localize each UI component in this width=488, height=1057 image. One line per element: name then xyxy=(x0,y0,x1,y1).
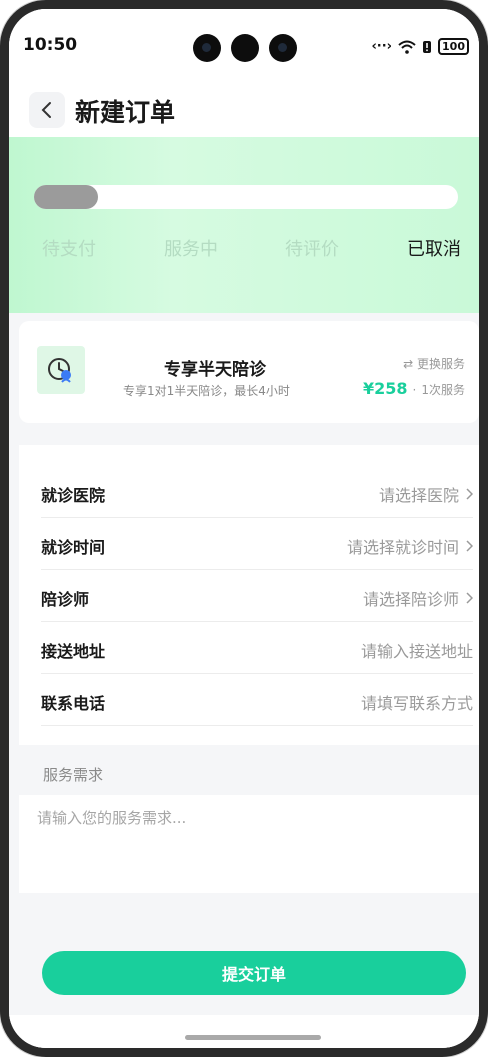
service-price: ¥258 xyxy=(363,379,408,398)
address-label: 接送地址 xyxy=(41,642,106,661)
nav-bar: 新建订单 xyxy=(9,67,479,137)
screen: 10:50 ‹··› 100 新建订单 待支付 服务中 待评价 已取消 专享半天… xyxy=(9,9,479,1048)
alert-icon xyxy=(423,40,432,53)
status-time: 10:50 xyxy=(23,35,78,55)
hospital-select[interactable]: 请选择医院 xyxy=(379,482,473,506)
service-count: 1次服务 xyxy=(421,383,465,397)
price-row: ¥258 · 1次服务 xyxy=(363,379,465,398)
status-icons: ‹··› 100 xyxy=(371,38,469,55)
visit-time-select[interactable]: 请选择就诊时间 xyxy=(347,534,473,558)
swap-icon: ⇄ xyxy=(403,357,414,371)
service-description: 专享1对1半天陪诊，最长4小时 xyxy=(123,384,290,398)
wifi-icon xyxy=(398,40,416,54)
phone-label: 联系电话 xyxy=(41,694,106,713)
service-name: 专享半天陪诊 xyxy=(164,360,266,380)
visit-time-label: 就诊时间 xyxy=(41,538,106,557)
change-service-label: 更换服务 xyxy=(416,357,465,371)
escort-select[interactable]: 请选择陪诊师 xyxy=(363,586,473,610)
back-button[interactable] xyxy=(29,92,65,128)
hospital-label: 就诊医院 xyxy=(41,486,106,505)
visit-time-placeholder: 请选择就诊时间 xyxy=(346,538,459,557)
escort-label: 陪诊师 xyxy=(41,590,90,609)
change-service-button[interactable]: ⇄ 更换服务 xyxy=(403,355,465,372)
clock-icon xyxy=(37,346,85,394)
escort-placeholder: 请选择陪诊师 xyxy=(362,590,459,609)
chevron-right-icon xyxy=(466,540,473,552)
requirements-textarea[interactable]: 请输入您的服务需求... xyxy=(19,795,479,893)
requirements-title: 服务需求 xyxy=(43,766,104,784)
chevron-left-icon xyxy=(41,102,51,118)
home-indicator[interactable] xyxy=(185,1035,321,1040)
battery-indicator: 100 xyxy=(438,38,469,55)
service-card: 专享半天陪诊 专享1对1半天陪诊，最长4小时 ⇄ 更换服务 ¥258 · 1次服… xyxy=(19,321,479,423)
progress-track xyxy=(34,185,458,209)
step-pending-payment: 待支付 xyxy=(42,239,96,260)
form-row-visit-time[interactable]: 就诊时间 请选择就诊时间 xyxy=(41,517,473,570)
form-row-address[interactable]: 接送地址 请输入接送地址 xyxy=(41,621,473,674)
step-in-service: 服务中 xyxy=(164,239,218,260)
requirements-placeholder: 请输入您的服务需求... xyxy=(37,809,187,827)
code-icon: ‹··› xyxy=(371,39,393,54)
chevron-right-icon xyxy=(466,592,473,604)
phone-input[interactable]: 请填写联系方式 xyxy=(361,690,473,714)
progress-fill xyxy=(34,185,98,209)
progress-steps: 待支付 服务中 待评价 已取消 xyxy=(9,235,479,265)
requirements-header: 服务需求 xyxy=(19,747,479,795)
sensor-icon xyxy=(231,34,259,62)
order-form: 就诊医院 请选择医院 就诊时间 请选择就诊时间 陪诊师 请选择陪诊师 接送地址 … xyxy=(19,445,479,745)
submit-order-button[interactable]: 提交订单 xyxy=(42,951,466,995)
step-pending-review: 待评价 xyxy=(285,239,339,260)
order-progress: 待支付 服务中 待评价 已取消 xyxy=(9,137,479,313)
price-separator: · xyxy=(412,383,417,397)
page-title: 新建订单 xyxy=(75,98,176,127)
form-row-hospital[interactable]: 就诊医院 请选择医院 xyxy=(41,465,473,518)
step-cancelled: 已取消 xyxy=(407,239,461,260)
camera-icon xyxy=(193,34,221,62)
phone-frame: 10:50 ‹··› 100 新建订单 待支付 服务中 待评价 已取消 专享半天… xyxy=(0,0,488,1057)
form-row-phone[interactable]: 联系电话 请填写联系方式 xyxy=(41,673,473,726)
hospital-placeholder: 请选择医院 xyxy=(378,486,459,505)
status-bar: 10:50 ‹··› 100 xyxy=(9,9,479,67)
camera-icon xyxy=(269,34,297,62)
form-row-escort[interactable]: 陪诊师 请选择陪诊师 xyxy=(41,569,473,622)
chevron-right-icon xyxy=(466,488,473,500)
address-input[interactable]: 请输入接送地址 xyxy=(361,638,473,662)
